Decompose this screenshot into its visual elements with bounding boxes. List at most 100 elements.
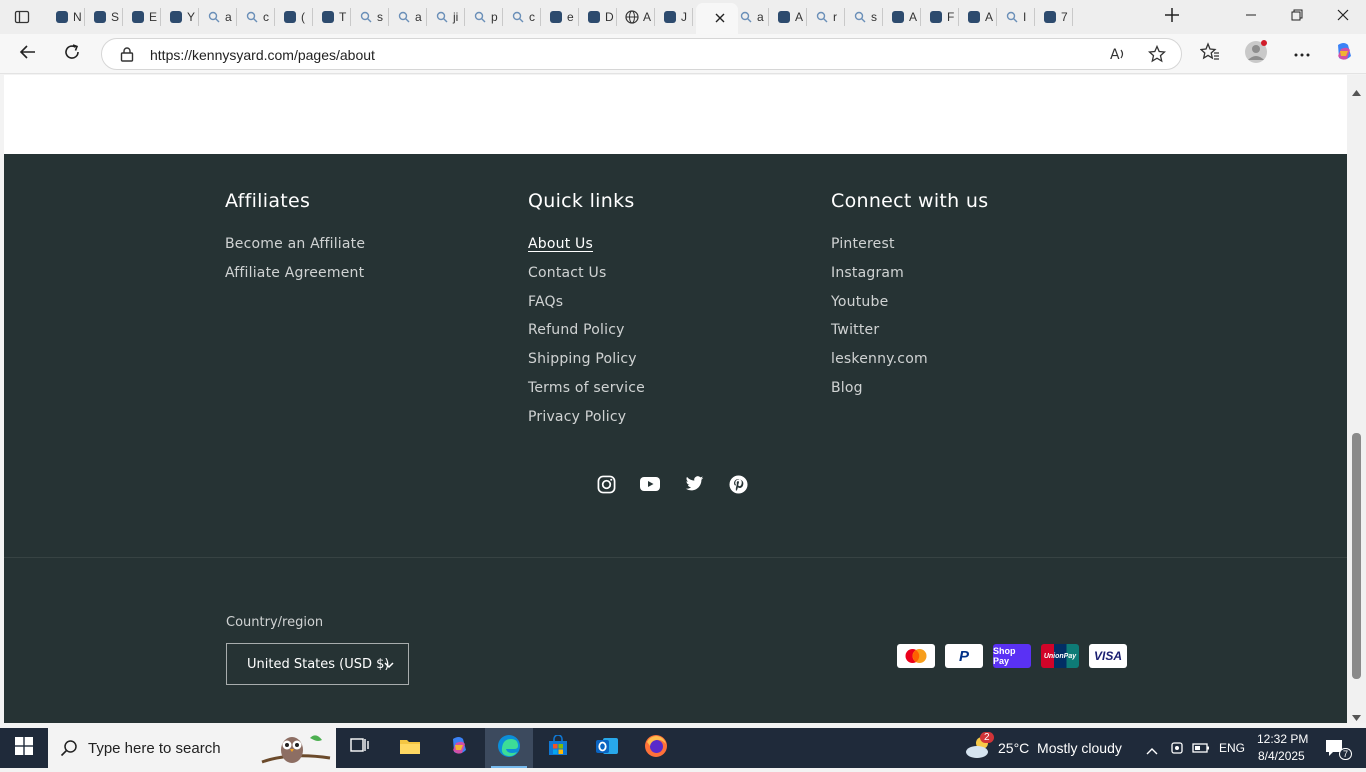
connect-link-leskenny[interactable]: leskenny.com — [831, 351, 928, 367]
quick-link-privacy-policy[interactable]: Privacy Policy — [528, 409, 626, 425]
browser-tab[interactable]: c — [238, 5, 274, 29]
battery-icon[interactable] — [1192, 741, 1210, 760]
profile-button[interactable] — [1240, 38, 1272, 70]
browser-tab[interactable]: c — [504, 5, 540, 29]
new-tab-button[interactable] — [1150, 0, 1194, 34]
browser-tab[interactable]: r — [808, 5, 844, 29]
back-button[interactable] — [12, 38, 44, 70]
affiliate-link-become[interactable]: Become an Affiliate — [225, 236, 365, 252]
read-aloud-icon[interactable]: A — [1109, 45, 1127, 68]
browser-tab[interactable]: a — [390, 5, 426, 29]
browser-tab[interactable]: J — [656, 5, 692, 29]
clock-date[interactable]: 8/4/2025 — [1258, 749, 1305, 763]
favorite-star-icon[interactable] — [1147, 44, 1167, 68]
refresh-button[interactable] — [56, 38, 88, 70]
tab-separator — [388, 8, 389, 26]
meet-now-icon[interactable] — [1169, 740, 1185, 761]
site-info-icon[interactable] — [120, 46, 134, 67]
browser-tab[interactable]: A — [960, 5, 996, 29]
browser-tab[interactable]: a — [200, 5, 236, 29]
youtube-icon[interactable] — [640, 474, 660, 494]
browser-tab[interactable]: e — [542, 5, 578, 29]
twitter-icon[interactable] — [684, 474, 704, 494]
scroll-up-arrow-icon[interactable] — [1352, 83, 1361, 101]
tab-separator — [1034, 8, 1035, 26]
tab-actions-icon — [14, 9, 30, 25]
browser-tab[interactable]: 7 — [1036, 5, 1072, 29]
show-hidden-icons-chevron-icon[interactable] — [1146, 742, 1158, 760]
settings-more-button[interactable] — [1286, 38, 1318, 70]
close-tab-icon[interactable] — [714, 11, 726, 29]
connect-link-twitter[interactable]: Twitter — [831, 322, 879, 338]
active-tab[interactable] — [696, 3, 738, 34]
browser-tab[interactable]: D — [580, 5, 616, 29]
country-select-value: United States (USD $) — [247, 656, 390, 672]
url-field[interactable]: https://kennysyard.com/pages/about A — [101, 38, 1182, 70]
store-taskbar-button[interactable] — [534, 728, 582, 768]
browser-tab[interactable]: A — [770, 5, 806, 29]
browser-tab[interactable]: N — [48, 5, 84, 29]
scroll-down-arrow-icon[interactable] — [1352, 708, 1361, 726]
restore-button[interactable] — [1274, 0, 1320, 34]
browser-tab[interactable]: Y — [162, 5, 198, 29]
browser-tab-label: a — [415, 10, 422, 24]
instagram-icon[interactable] — [596, 474, 616, 494]
pinterest-icon[interactable] — [728, 474, 748, 494]
quick-link-terms[interactable]: Terms of service — [528, 380, 645, 396]
page-scrollbar[interactable] — [1347, 75, 1366, 723]
search-icon — [244, 9, 260, 25]
scrollbar-thumb[interactable] — [1352, 433, 1361, 679]
clock-time[interactable]: 12:32 PM — [1257, 732, 1308, 746]
browser-tab[interactable]: A — [884, 5, 920, 29]
quick-link-about-us[interactable]: About Us — [528, 236, 593, 252]
edge-taskbar-button[interactable] — [485, 728, 533, 768]
restore-icon — [1291, 8, 1303, 26]
copilot-button[interactable] — [1328, 38, 1360, 70]
browser-tab[interactable]: s — [846, 5, 882, 29]
browser-tab[interactable]: E — [124, 5, 160, 29]
avatar — [1244, 39, 1268, 69]
country-region-select[interactable]: United States (USD $) — [226, 643, 409, 685]
close-window-button[interactable] — [1320, 0, 1366, 34]
weather-text[interactable]: 25°C Mostly cloudy — [998, 740, 1122, 756]
site-icon — [928, 9, 944, 25]
site-footer: Affiliates Become an Affiliate Affiliate… — [4, 154, 1347, 723]
taskbar-search-box[interactable]: Type here to search — [48, 728, 336, 768]
browser-tab[interactable]: A — [618, 5, 654, 29]
quick-link-faqs[interactable]: FAQs — [528, 294, 563, 310]
browser-tab-label: r — [833, 10, 837, 24]
browser-tab[interactable]: F — [922, 5, 958, 29]
favorites-button[interactable] — [1194, 38, 1226, 70]
minimize-icon — [1245, 8, 1257, 26]
minimize-button[interactable] — [1228, 0, 1274, 34]
search-icon — [206, 9, 222, 25]
connect-link-pinterest[interactable]: Pinterest — [831, 236, 895, 252]
file-explorer-button[interactable] — [386, 728, 434, 768]
tab-separator — [958, 8, 959, 26]
connect-link-instagram[interactable]: Instagram — [831, 265, 904, 281]
browser-tab[interactable]: p — [466, 5, 502, 29]
connect-link-blog[interactable]: Blog — [831, 380, 863, 396]
browser-tab[interactable]: s — [352, 5, 388, 29]
copilot-taskbar-button[interactable] — [435, 728, 483, 768]
svg-text:A: A — [1110, 47, 1120, 63]
browser-tab[interactable]: T — [314, 5, 350, 29]
connect-heading: Connect with us — [831, 190, 989, 212]
quick-link-refund-policy[interactable]: Refund Policy — [528, 322, 625, 338]
quick-link-shipping-policy[interactable]: Shipping Policy — [528, 351, 637, 367]
browser-tab[interactable]: ji — [428, 5, 464, 29]
search-icon — [814, 9, 830, 25]
start-button[interactable] — [0, 728, 48, 768]
firefox-taskbar-button[interactable] — [632, 728, 680, 768]
quick-link-contact-us[interactable]: Contact Us — [528, 265, 606, 281]
language-indicator[interactable]: ENG — [1219, 741, 1245, 755]
mastercard-icon — [897, 644, 935, 668]
tab-actions-button[interactable] — [8, 5, 44, 29]
connect-link-youtube[interactable]: Youtube — [831, 294, 888, 310]
task-view-button[interactable] — [336, 728, 384, 768]
browser-tab[interactable]: ( — [276, 5, 312, 29]
outlook-taskbar-button[interactable] — [583, 728, 631, 768]
affiliate-link-agreement[interactable]: Affiliate Agreement — [225, 265, 364, 281]
browser-tab[interactable]: S — [86, 5, 122, 29]
browser-tab[interactable]: I — [998, 5, 1034, 29]
